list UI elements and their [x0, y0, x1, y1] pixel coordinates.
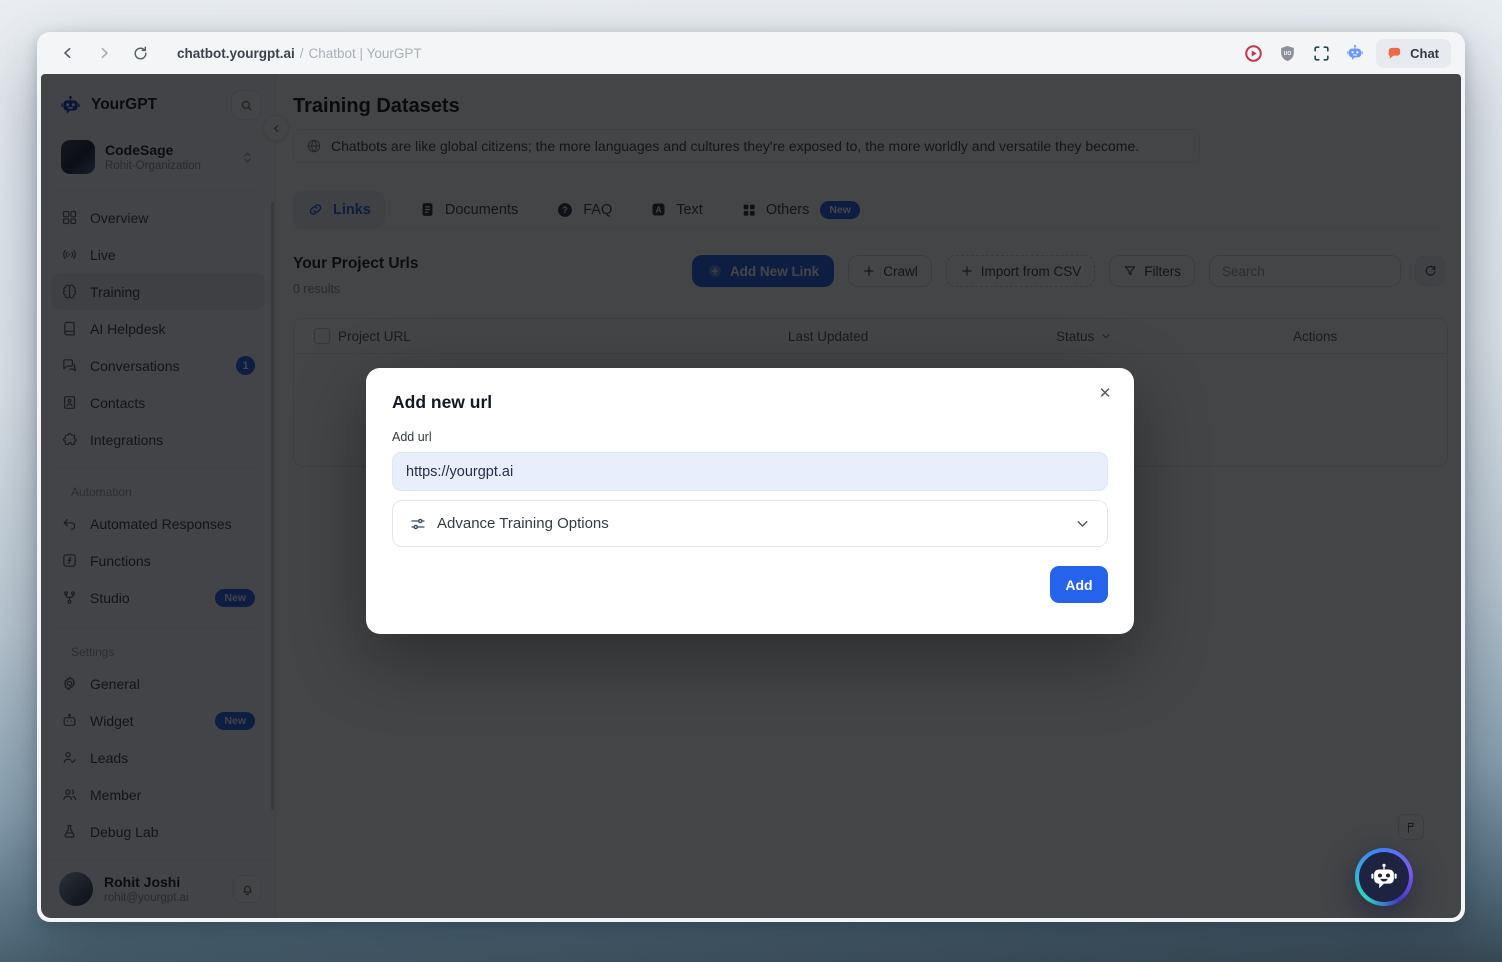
modal-title: Add new url	[392, 392, 1108, 413]
reload-icon	[132, 45, 149, 62]
browser-extensions: UO Chat	[1240, 39, 1451, 68]
browser-chat-button[interactable]: Chat	[1376, 39, 1451, 68]
svg-text:UO: UO	[1283, 50, 1291, 56]
play-circle-icon	[1243, 43, 1264, 64]
browser-back-button[interactable]	[53, 38, 83, 68]
address-bar[interactable]: chatbot.yourgpt.ai / Chatbot | YourGPT	[177, 46, 422, 61]
browser-reload-button[interactable]	[125, 38, 155, 68]
advanced-options-toggle[interactable]: Advance Training Options	[392, 500, 1108, 547]
advanced-options-label: Advance Training Options	[437, 515, 1064, 532]
adblock-extension-button[interactable]: UO	[1274, 40, 1300, 66]
yourgpt-extension-button[interactable]	[1342, 40, 1368, 66]
add-button[interactable]: Add	[1050, 566, 1108, 603]
screenshot-extension-button[interactable]	[1308, 40, 1334, 66]
add-url-modal: Add new url ✕ Add url Advance Training O…	[366, 368, 1134, 634]
capture-frame-icon	[1312, 44, 1331, 63]
chevron-down-icon	[1074, 515, 1091, 532]
url-field-label: Add url	[392, 430, 1108, 444]
url-host: chatbot.yourgpt.ai	[177, 46, 295, 61]
app-page: YourGPT CodeSage Rohit-Organization Over…	[41, 74, 1461, 918]
robot-face-icon	[1368, 861, 1400, 893]
modal-close-button[interactable]: ✕	[1092, 380, 1118, 406]
chevron-right-icon	[96, 45, 112, 61]
chat-widget-launcher[interactable]	[1355, 848, 1413, 906]
browser-window: chatbot.yourgpt.ai / Chatbot | YourGPT U…	[37, 32, 1465, 922]
chat-button-label: Chat	[1410, 46, 1439, 61]
browser-toolbar: chatbot.yourgpt.ai / Chatbot | YourGPT U…	[37, 32, 1465, 74]
browser-forward-button[interactable]	[89, 38, 119, 68]
shield-icon: UO	[1278, 44, 1297, 63]
url-page-title: Chatbot | YourGPT	[309, 46, 422, 61]
url-input[interactable]	[392, 452, 1108, 491]
chat-bubble-icon	[1386, 45, 1403, 62]
url-separator: /	[300, 46, 304, 61]
record-extension-button[interactable]	[1240, 40, 1266, 66]
chevron-left-icon	[60, 45, 76, 61]
robot-icon	[1345, 43, 1365, 63]
sliders-icon	[409, 515, 427, 533]
